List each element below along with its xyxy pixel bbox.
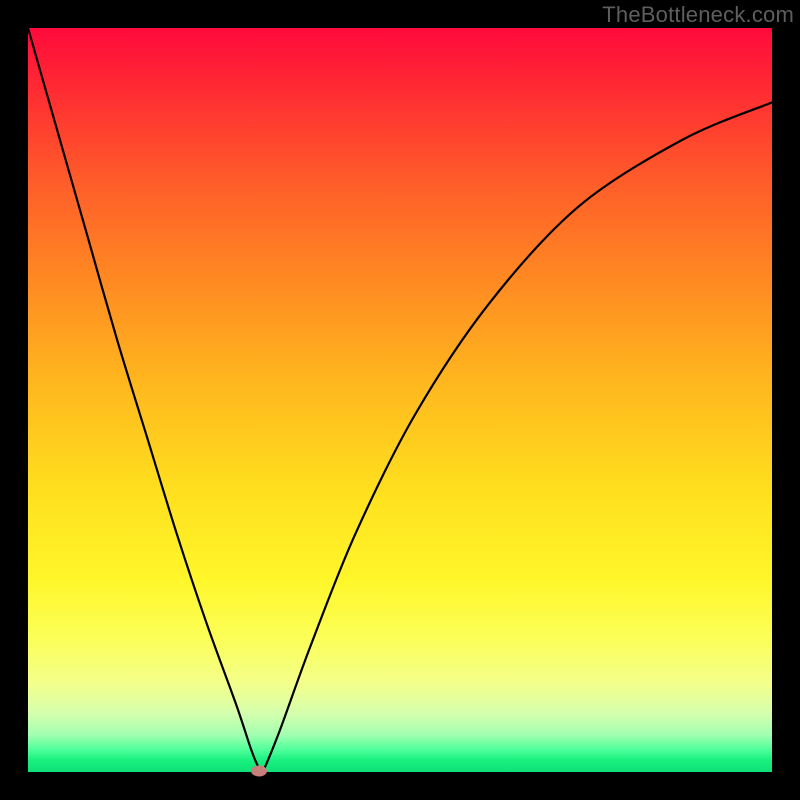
curve-path [28,28,772,771]
curve-svg [28,28,772,772]
watermark-text: TheBottleneck.com [602,2,794,28]
plot-area [28,28,772,772]
chart-frame: TheBottleneck.com [0,0,800,800]
